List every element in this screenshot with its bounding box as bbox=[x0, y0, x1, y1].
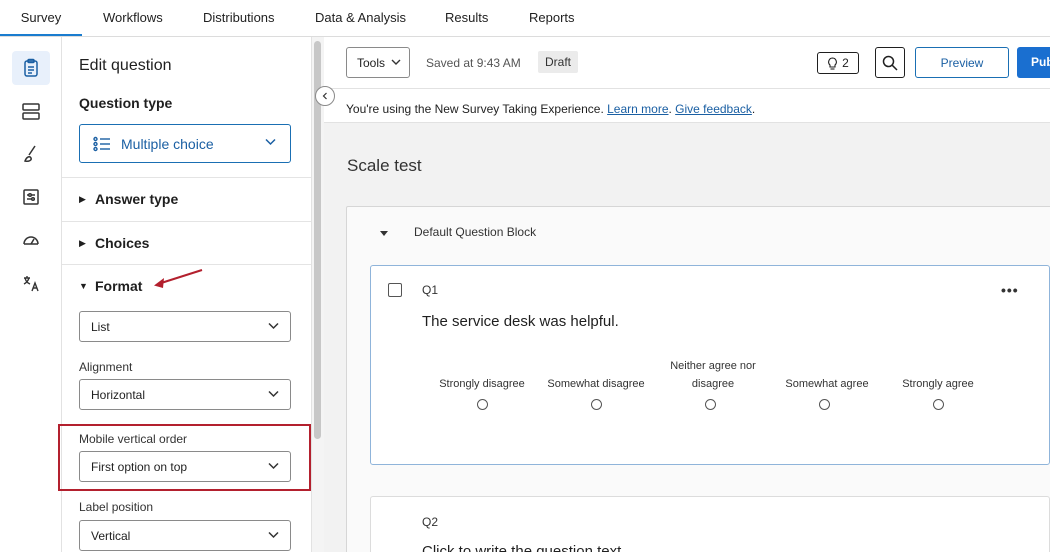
alignment-value: Horizontal bbox=[91, 387, 146, 402]
search-icon bbox=[882, 55, 898, 71]
label-position-value: Vertical bbox=[91, 528, 131, 543]
panel-title: Edit question bbox=[79, 57, 172, 74]
give-feedback-link[interactable]: Give feedback bbox=[675, 102, 752, 116]
tab-workflows[interactable]: Workflows bbox=[103, 0, 163, 36]
saved-status: Saved at 9:43 AM bbox=[426, 56, 521, 70]
tab-reports[interactable]: Reports bbox=[529, 0, 575, 36]
divider bbox=[62, 221, 311, 222]
edit-question-panel: Edit question Question type Multiple cho… bbox=[58, 37, 312, 552]
chevron-down-icon bbox=[268, 531, 279, 539]
chevron-down-icon bbox=[391, 59, 401, 65]
lightbulb-icon bbox=[828, 56, 838, 70]
chevron-down-icon bbox=[268, 390, 279, 398]
search-button[interactable] bbox=[875, 47, 905, 78]
question-card-q2[interactable]: Q2 Click to write the question text bbox=[370, 496, 1050, 552]
radio-option-1[interactable] bbox=[477, 399, 488, 410]
mobile-order-select[interactable]: First option on top bbox=[79, 451, 291, 482]
scale-label-2: Somewhat disagree bbox=[547, 378, 645, 390]
scale-label-5: Strongly agree bbox=[902, 378, 974, 390]
radio-option-2[interactable] bbox=[591, 399, 602, 410]
mobile-order-value: First option on top bbox=[91, 459, 188, 474]
tab-survey[interactable]: Survey bbox=[0, 0, 82, 36]
question-type-value: Multiple choice bbox=[121, 135, 214, 152]
icon-rail bbox=[0, 37, 62, 552]
question-type-heading: Question type bbox=[79, 95, 173, 111]
chevron-down-icon bbox=[265, 138, 276, 146]
survey-editor: Tools Saved at 9:43 AM Draft 2 Preview P… bbox=[324, 37, 1050, 552]
tools-gauge-icon[interactable] bbox=[12, 223, 50, 257]
toolbar: Tools Saved at 9:43 AM Draft 2 Preview P… bbox=[324, 37, 1050, 89]
block-collapse-icon[interactable] bbox=[380, 231, 388, 236]
top-nav: Survey Workflows Distributions Data & An… bbox=[0, 0, 1050, 37]
radio-option-4[interactable] bbox=[819, 399, 830, 410]
radio-option-5[interactable] bbox=[933, 399, 944, 410]
collapse-panel-button[interactable] bbox=[315, 86, 335, 106]
alignment-label: Alignment bbox=[79, 360, 133, 374]
chevron-left-icon bbox=[322, 92, 327, 100]
preview-button[interactable]: Preview bbox=[915, 47, 1009, 78]
alignment-select[interactable]: Horizontal bbox=[79, 379, 291, 410]
divider bbox=[62, 264, 311, 265]
question-number: Q2 bbox=[422, 515, 439, 529]
look-and-feel-icon[interactable] bbox=[12, 137, 50, 171]
list-icon bbox=[93, 136, 110, 151]
draft-badge: Draft bbox=[538, 51, 579, 73]
tab-data-analysis[interactable]: Data & Analysis bbox=[315, 0, 406, 36]
label-position-select[interactable]: Vertical bbox=[79, 520, 291, 551]
survey-title[interactable]: Scale test bbox=[347, 156, 422, 176]
scale-label-1: Strongly disagree bbox=[439, 378, 525, 390]
chevron-down-icon bbox=[268, 322, 279, 330]
format-select-value: List bbox=[91, 319, 110, 334]
ideas-button[interactable]: 2 bbox=[817, 52, 859, 74]
label-position-label: Label position bbox=[79, 500, 154, 514]
section-format[interactable]: ▼ Format bbox=[79, 278, 142, 294]
scale-label-4: Somewhat agree bbox=[785, 378, 869, 390]
section-choices[interactable]: ▶ Choices bbox=[79, 235, 149, 251]
annotation-arrow-icon bbox=[154, 269, 203, 288]
notice-period: . bbox=[751, 102, 756, 116]
publish-button[interactable]: Publish bbox=[1017, 47, 1050, 78]
notice-text: You're using the New Survey Taking Exper… bbox=[346, 102, 604, 116]
mobile-order-label: Mobile vertical order bbox=[79, 432, 188, 446]
tools-label: Tools bbox=[357, 55, 386, 70]
experience-notice: You're using the New Survey Taking Exper… bbox=[324, 89, 1050, 123]
section-format-label: Format bbox=[95, 278, 143, 294]
tab-distributions[interactable]: Distributions bbox=[203, 0, 275, 36]
section-choices-label: Choices bbox=[95, 235, 150, 251]
more-options-icon[interactable]: ••• bbox=[1001, 282, 1019, 298]
caret-down-icon: ▼ bbox=[79, 281, 88, 291]
tools-button[interactable]: Tools bbox=[346, 47, 410, 78]
question-type-select[interactable]: Multiple choice bbox=[79, 124, 291, 163]
format-select[interactable]: List bbox=[79, 311, 291, 342]
survey-flow-icon[interactable] bbox=[12, 94, 50, 128]
question-text[interactable]: The service desk was helpful. bbox=[422, 313, 619, 330]
ideas-count: 2 bbox=[842, 56, 849, 70]
caret-right-icon: ▶ bbox=[79, 237, 86, 248]
question-number: Q1 bbox=[422, 283, 439, 297]
block-title[interactable]: Default Question Block bbox=[414, 225, 536, 239]
panel-scrollbar[interactable] bbox=[312, 37, 324, 552]
learn-more-link[interactable]: Learn more bbox=[607, 102, 668, 116]
scale-label-3: Neither agree nor disagree bbox=[670, 360, 756, 390]
question-select-checkbox[interactable] bbox=[388, 283, 402, 297]
question-text-placeholder[interactable]: Click to write the question text bbox=[422, 543, 621, 552]
translate-icon[interactable] bbox=[12, 266, 50, 300]
chevron-down-icon bbox=[268, 462, 279, 470]
section-answer-type[interactable]: ▶ Answer type bbox=[79, 191, 178, 207]
survey-options-icon[interactable] bbox=[12, 180, 50, 214]
tab-results[interactable]: Results bbox=[445, 0, 488, 36]
radio-option-3[interactable] bbox=[705, 399, 716, 410]
divider bbox=[62, 177, 311, 178]
section-answer-type-label: Answer type bbox=[95, 191, 179, 207]
survey-icon[interactable] bbox=[12, 51, 50, 85]
question-card-q1[interactable]: Q1 ••• The service desk was helpful. Str… bbox=[370, 265, 1050, 465]
caret-right-icon: ▶ bbox=[79, 193, 86, 204]
